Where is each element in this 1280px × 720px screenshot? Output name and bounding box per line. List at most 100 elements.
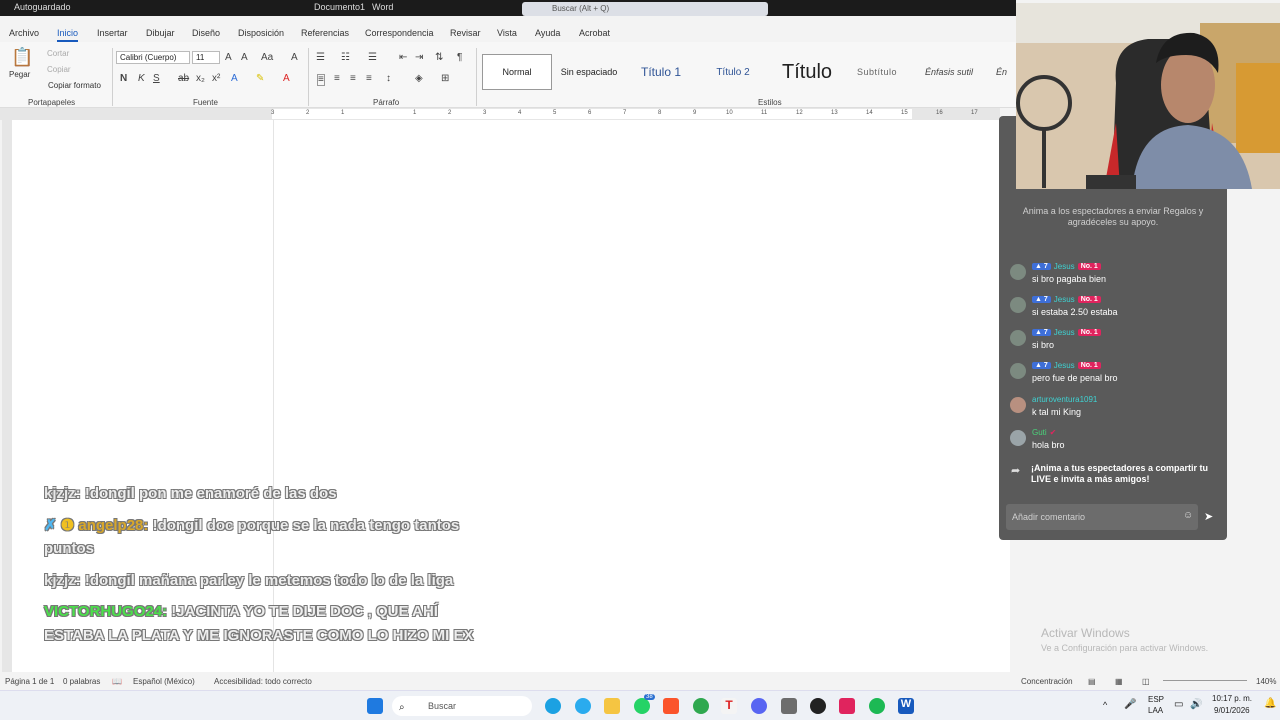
language-status[interactable]: Español (México) [133,677,195,686]
emoji-icon[interactable]: ☺ [1183,510,1193,521]
italic-icon[interactable]: K [138,74,145,84]
zoom-slider[interactable] [1163,680,1247,681]
avatar[interactable] [1010,297,1026,313]
superscript-icon[interactable]: x² [212,74,220,84]
send-icon[interactable]: ➤ [1204,510,1213,523]
copy-button[interactable]: Copiar [47,65,71,74]
edge-icon[interactable] [545,698,561,714]
telegram-icon[interactable] [575,698,591,714]
tab-dibujar[interactable]: Dibujar [146,28,175,38]
obs-icon[interactable] [810,698,826,714]
discord-icon[interactable] [751,698,767,714]
username[interactable]: Jesus [1054,361,1075,370]
sort-icon[interactable]: ⇅ [435,53,443,63]
spotify-icon[interactable] [869,698,885,714]
autosave-label[interactable]: Autoguardado [14,2,71,12]
align-left-icon[interactable]: ≡ [317,74,325,86]
username[interactable]: Guti [1032,428,1047,437]
format-painter-button[interactable]: Copiar formato [48,81,101,90]
word-icon[interactable]: W [898,698,914,714]
cut-button[interactable]: Cortar [47,49,69,58]
clear-format-icon[interactable]: A [291,53,298,63]
style-heading-1[interactable]: Título 1 [628,54,694,90]
windows-start-icon[interactable] [367,698,383,714]
network-icon[interactable]: ▭ [1174,699,1183,710]
justify-icon[interactable]: ≡ [366,74,372,84]
style-subtle-emphasis[interactable]: Énfasis sutil [914,54,984,90]
clock-time[interactable]: 10:17 p. m. [1212,694,1252,703]
language-indicator-1[interactable]: ESP [1148,695,1164,704]
tab-inicio[interactable]: Inicio [57,28,79,42]
tab-referencias[interactable]: Referencias [301,28,349,38]
zoom-level[interactable]: 140% [1256,677,1276,686]
username[interactable]: arturoventura1091 [1032,395,1097,404]
decrease-indent-icon[interactable]: ⇤ [399,53,407,63]
volume-icon[interactable]: 🔊 [1190,699,1202,710]
style-normal[interactable]: Normal [482,54,552,90]
document-page[interactable] [12,120,1010,672]
proofing-icon[interactable]: 📖 [112,677,122,686]
microphone-icon[interactable]: 🎤 [1124,699,1136,710]
style-no-spacing[interactable]: Sin espaciado [556,54,622,90]
style-emphasis[interactable]: Én [996,54,1016,90]
tab-acrobat[interactable]: Acrobat [579,28,610,38]
avatar[interactable] [1010,397,1026,413]
numbering-icon[interactable]: ☷ [341,53,350,63]
tiktok-live-icon[interactable] [839,698,855,714]
shading-icon[interactable]: ◈ [415,74,423,84]
clock-date[interactable]: 9/01/2026 [1214,706,1250,715]
borders-icon[interactable]: ⊞ [441,74,449,84]
username[interactable]: Jesus [1054,295,1075,304]
username[interactable]: Jesus [1054,262,1075,271]
avatar[interactable] [1010,264,1026,280]
paste-icon[interactable]: 📋 [11,48,33,66]
taskbar-search[interactable]: Buscar [392,696,532,716]
accessibility-status[interactable]: Accesibilidad: todo correcto [214,677,312,686]
tab-disposicion[interactable]: Disposición [238,28,284,38]
align-right-icon[interactable]: ≡ [350,74,356,84]
tab-vista[interactable]: Vista [497,28,517,38]
tab-insertar[interactable]: Insertar [97,28,128,38]
style-subtitle[interactable]: Subtítulo [846,54,908,90]
tab-revisar[interactable]: Revisar [450,28,481,38]
avatar[interactable] [1010,430,1026,446]
chrome-icon[interactable] [693,698,709,714]
font-family-select[interactable]: Calibri (Cuerpo) [116,51,190,64]
shrink-font-icon[interactable]: A [241,53,248,63]
style-title[interactable]: Título [772,54,842,90]
tray-chevron-icon[interactable]: ^ [1103,700,1107,710]
change-case-icon[interactable]: Aa [261,53,273,63]
increase-indent-icon[interactable]: ⇥ [415,53,423,63]
print-layout-icon[interactable]: ▦ [1115,677,1123,686]
font-size-select[interactable]: 11 [192,51,220,64]
show-marks-icon[interactable]: ¶ [457,53,462,63]
strikethrough-icon[interactable]: ab [178,74,189,84]
grow-font-icon[interactable]: A [225,53,232,63]
tab-diseno[interactable]: Diseño [192,28,220,38]
paste-button[interactable]: Pegar [9,70,30,79]
tab-correspondencia[interactable]: Correspondencia [365,28,434,38]
word-count[interactable]: 0 palabras [63,677,100,686]
font-color-icon[interactable]: A [283,74,290,84]
line-spacing-icon[interactable]: ↕ [386,74,391,84]
comment-input[interactable]: Añadir comentario [1006,504,1198,530]
language-indicator-2[interactable]: LAA [1148,706,1163,715]
web-layout-icon[interactable]: ◫ [1142,677,1150,686]
brave-icon[interactable] [663,698,679,714]
bullets-icon[interactable]: ☰ [316,53,325,63]
avatar[interactable] [1010,330,1026,346]
read-mode-icon[interactable]: ▤ [1088,677,1096,686]
underline-icon[interactable]: S [153,74,160,84]
tab-archivo[interactable]: Archivo [9,28,39,38]
username[interactable]: Jesus [1054,328,1075,337]
text-effects-icon[interactable]: A [231,74,238,84]
bold-icon[interactable]: N [120,74,127,84]
avatar[interactable] [1010,363,1026,379]
notification-icon[interactable]: 🔔 [1264,698,1276,709]
focus-mode-button[interactable]: Concentración [1021,677,1073,686]
whatsapp-icon[interactable] [634,698,650,714]
tab-ayuda[interactable]: Ayuda [535,28,560,38]
file-explorer-icon[interactable] [604,698,620,714]
multilevel-list-icon[interactable]: ☰ [368,53,377,63]
page-count[interactable]: Página 1 de 1 [5,677,54,686]
